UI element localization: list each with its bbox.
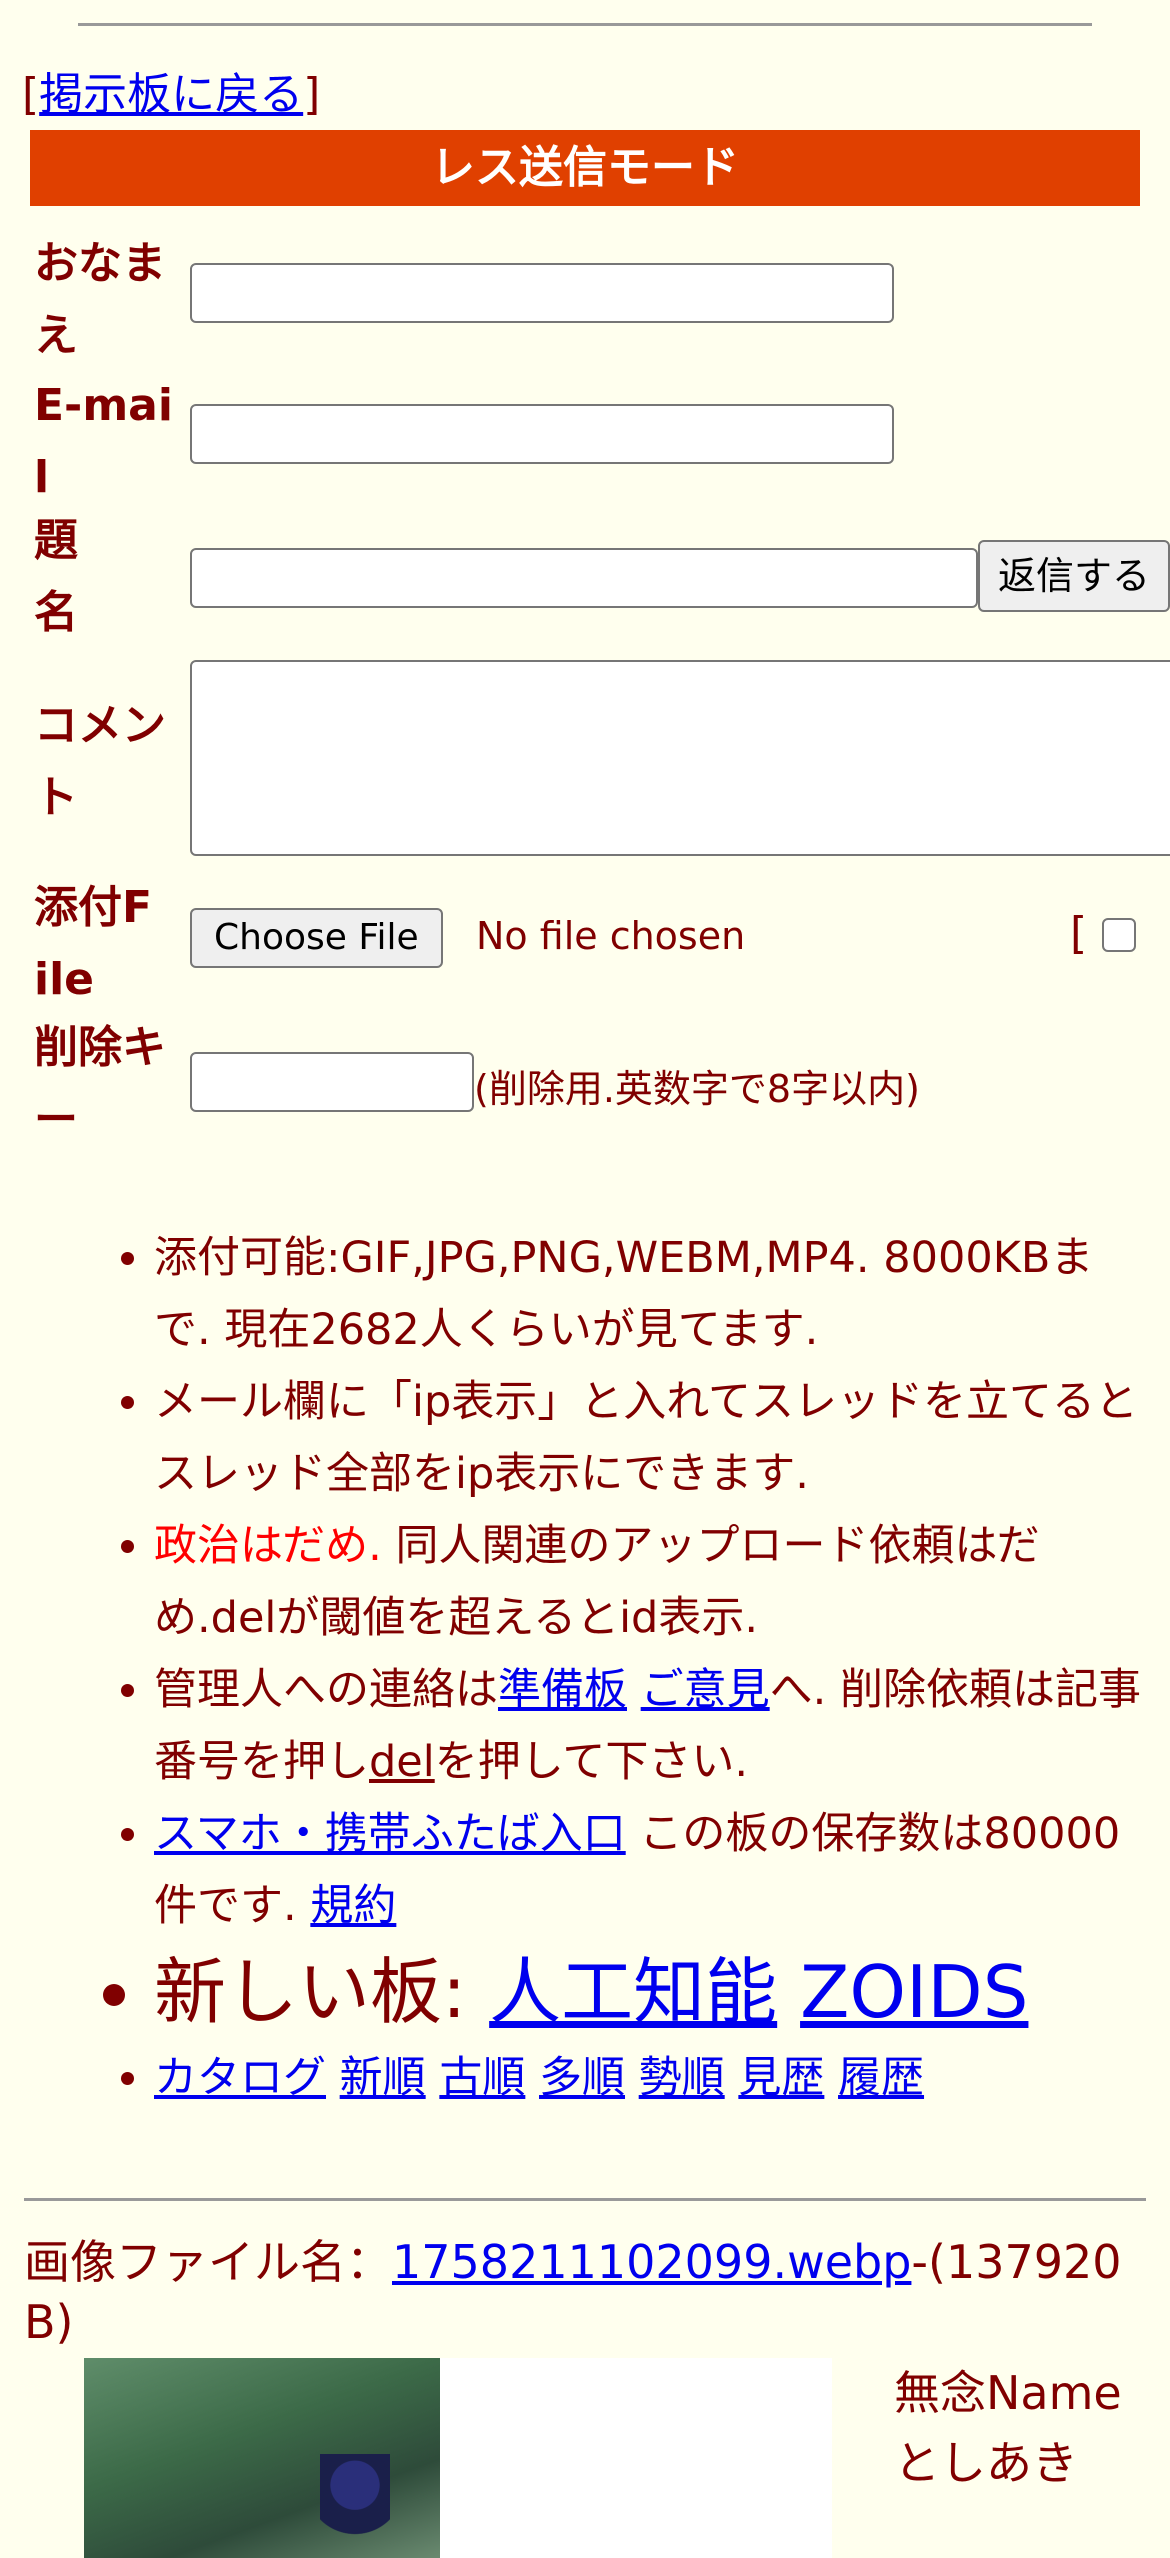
reply-submit-button[interactable]: 返信する <box>978 540 1170 612</box>
name-input[interactable] <box>190 263 894 323</box>
comment-textarea[interactable] <box>190 660 1170 856</box>
ai-board-link[interactable]: 人工知能 <box>489 1950 777 2034</box>
back-nav: [掲示板に戻る] <box>22 58 320 122</box>
delete-key-hint: (削除用.英数字で8字以内) <box>474 1067 920 1111</box>
politics-warning: 政治はだめ. <box>154 1521 382 1571</box>
post-image-thumbnail[interactable] <box>84 2358 832 2558</box>
list-item: 添付可能:GIF,JPG,PNG,WEBM,MP4. 8000KBまで. 現在2… <box>154 1222 1148 1366</box>
delete-key-label: 削除キー <box>34 1022 166 1145</box>
bracket-close: ] <box>303 69 321 120</box>
list-item: カタログ 新順 古順 多順 勢順 見歴 履歴 <box>154 2042 1148 2114</box>
list-item: メール欄に「ip表示」と入れてスレッドを立てるとスレッド全部をip表示にできます… <box>154 1366 1148 1510</box>
mobile-entrance-link[interactable]: スマホ・携帯ふたば入口 <box>154 1809 626 1859</box>
list-item: スマホ・携帯ふたば入口 この板の保存数は80000件です. 規約 <box>154 1798 1148 1942</box>
thumbnail-figure <box>320 2454 390 2558</box>
board-rules-list: 添付可能:GIF,JPG,PNG,WEBM,MP4. 8000KBまで. 現在2… <box>88 1222 1148 2114</box>
contact-text: 管理人への連絡は <box>154 1665 498 1715</box>
bracket-open: [ <box>22 69 40 120</box>
image-toggle-checkbox[interactable] <box>1102 918 1136 952</box>
choose-file-button[interactable]: Choose File <box>190 908 443 968</box>
image-toggle-bracket: [ <box>1070 908 1088 959</box>
delete-key-input[interactable] <box>190 1052 474 1112</box>
back-to-board-link[interactable]: 掲示板に戻る <box>39 69 303 120</box>
reply-mode-banner: レス送信モード <box>30 130 1140 206</box>
name-label: おなまえ <box>34 238 166 361</box>
attach-file-label: 添付File <box>34 882 153 1005</box>
list-item: 管理人への連絡は準備板 ご意見へ. 削除依頼は記事番号を押しdelを押して下さい… <box>154 1654 1148 1798</box>
top-divider <box>78 23 1092 26</box>
sort-momentum-link[interactable]: 勢順 <box>639 2053 725 2103</box>
del-link[interactable]: del <box>369 1737 435 1787</box>
email-label: E-mail <box>34 380 173 503</box>
zoids-board-link[interactable]: ZOIDS <box>800 1950 1028 2034</box>
image-file-info: 画像ファイル名：1758211102099.webp-(137920 B) <box>24 2232 1144 2352</box>
viewed-history-link[interactable]: 見歴 <box>738 2053 824 2103</box>
no-file-chosen-text: No file chosen <box>476 914 746 958</box>
list-item: 新しい板: 人工知能 ZOIDS <box>154 1942 1148 2042</box>
subject-label: 題名 <box>34 515 78 638</box>
prep-board-link[interactable]: 準備板 <box>498 1665 627 1715</box>
attachment-rule-text: 添付可能:GIF,JPG,PNG,WEBM,MP4. 8000KBまで. 現在2… <box>154 1233 1094 1355</box>
ip-display-rule-text: メール欄に「ip表示」と入れてスレッドを立てるとスレッド全部をip表示にできます… <box>154 1377 1138 1499</box>
subject-input[interactable] <box>190 548 978 608</box>
catalog-link[interactable]: カタログ <box>154 2053 326 2103</box>
poster-info: 無念Name としあき <box>894 2358 1122 2498</box>
comment-label: コメント <box>34 700 166 823</box>
sort-oldest-link[interactable]: 古順 <box>439 2053 525 2103</box>
sort-most-replies-link[interactable]: 多順 <box>539 2053 625 2103</box>
poster-name: としあき <box>894 2436 1078 2490</box>
new-boards-text: 新しい板: <box>154 1950 490 2034</box>
list-item: 政治はだめ. 同人関連のアップロード依頼はだめ.delが閾値を超えるとid表示. <box>154 1510 1148 1654</box>
terms-link[interactable]: 規約 <box>310 1881 396 1931</box>
email-input[interactable] <box>190 404 894 464</box>
delete-request-text-end: を押して下さい. <box>434 1737 749 1787</box>
image-file-label: 画像ファイル名： <box>24 2235 392 2289</box>
poster-name-label: 無念Name <box>894 2366 1122 2420</box>
post-history-link[interactable]: 履歴 <box>838 2053 924 2103</box>
image-file-link[interactable]: 1758211102099.webp <box>392 2235 911 2289</box>
sort-newest-link[interactable]: 新順 <box>340 2053 426 2103</box>
feedback-link[interactable]: ご意見 <box>641 1665 770 1715</box>
thread-divider <box>24 2198 1146 2201</box>
